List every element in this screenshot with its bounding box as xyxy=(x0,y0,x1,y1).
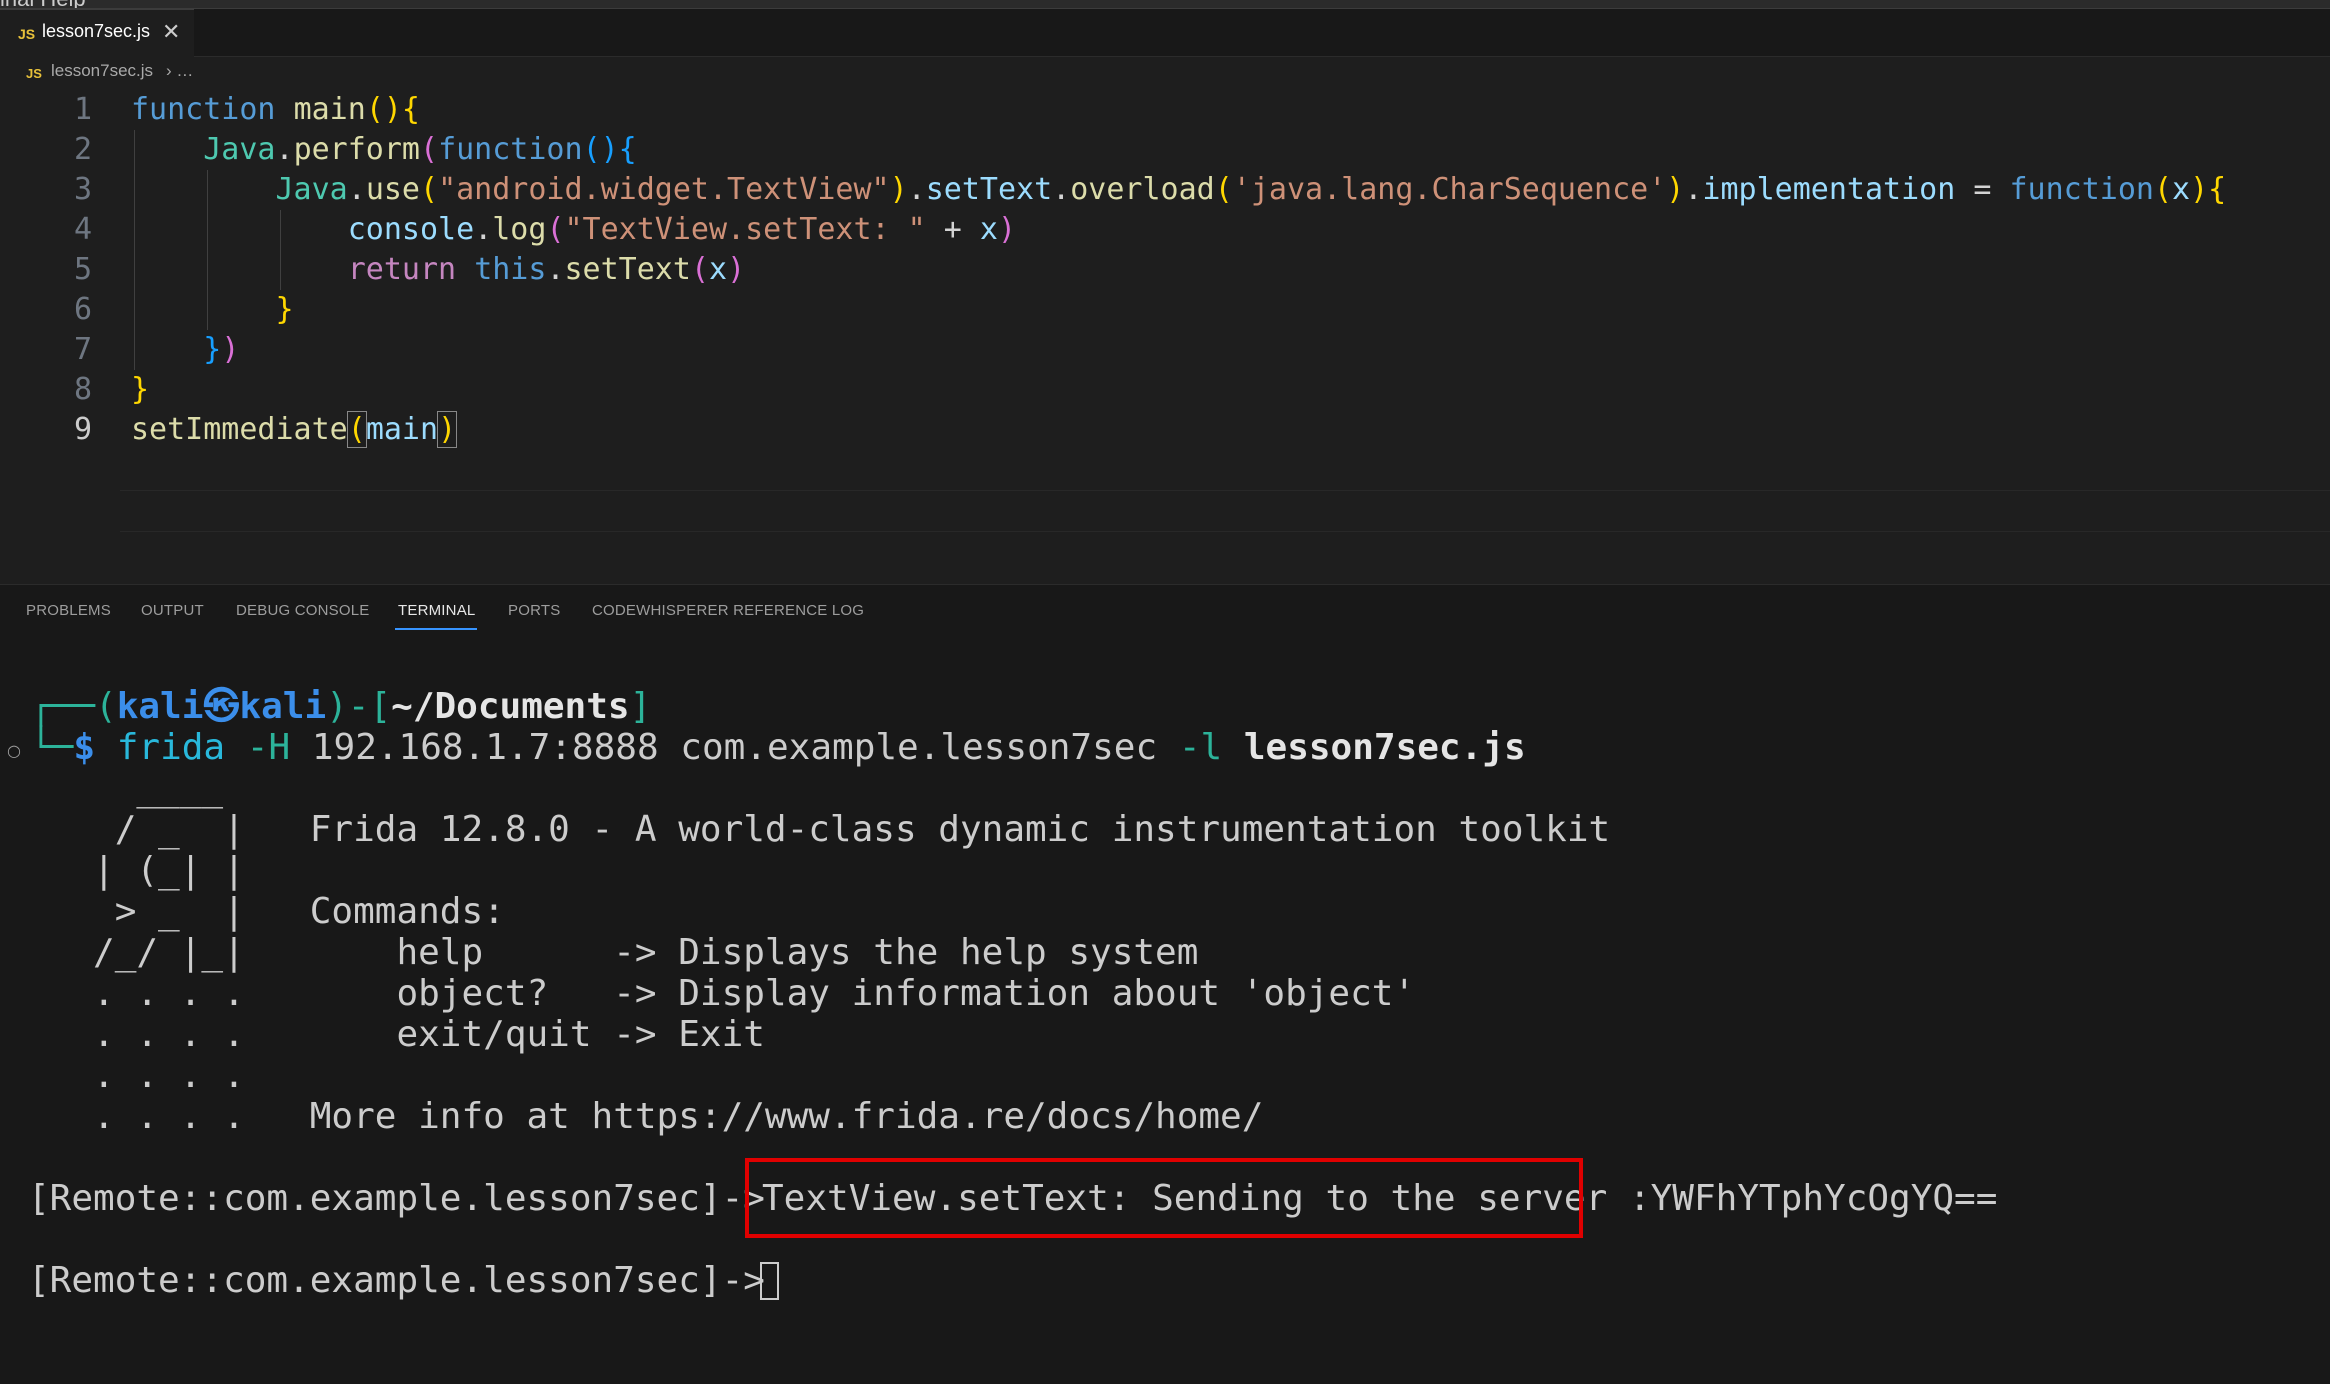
active-tab-underline xyxy=(395,628,477,630)
tab-output[interactable]: OUTPUT xyxy=(141,602,204,619)
line-number: 2 xyxy=(73,132,92,167)
current-line-highlight xyxy=(120,490,2330,532)
breadcrumb: JS lesson7sec.js › … xyxy=(0,57,2330,87)
terminal-prompt-line-1: ┌──(kali㉿kali)-[~/Documents] xyxy=(30,686,652,727)
line-number: 1 xyxy=(73,92,92,127)
code-line-5: return this.setText(x) xyxy=(347,252,746,287)
remote-prompt: [Remote::com.example.lesson7sec]-> xyxy=(28,1260,765,1301)
line-number: 4 xyxy=(73,212,92,247)
tab-terminal[interactable]: TERMINAL xyxy=(398,602,475,619)
tab-problems[interactable]: PROBLEMS xyxy=(26,602,111,619)
frida-banner-line: . . . . xyxy=(28,1055,245,1096)
js-file-icon: JS xyxy=(26,66,42,81)
frida-banner-line: . . . . object? -> Display information a… xyxy=(28,973,1416,1014)
close-icon[interactable]: ✕ xyxy=(162,19,180,45)
terminal-command-line: └─$ frida -H 192.168.1.7:8888 com.exampl… xyxy=(30,727,1526,768)
menu-bar-text[interactable]: inal Help xyxy=(0,0,86,8)
frida-banner-line: > _ | Commands: xyxy=(28,891,505,932)
command-decoration-icon[interactable]: ○ xyxy=(7,741,21,760)
code-line-9: setImmediate(main) xyxy=(131,411,458,448)
frida-banner-line: ____ xyxy=(28,768,224,809)
code-line-6: } xyxy=(275,292,294,327)
tab-lesson7sec-js[interactable]: JS lesson7sec.js ✕ xyxy=(0,9,194,57)
frida-banner-line: . . . . exit/quit -> Exit xyxy=(28,1014,765,1055)
code-line-7: }) xyxy=(203,332,240,367)
line-number: 6 xyxy=(73,292,92,327)
menu-bar[interactable]: inal Help xyxy=(0,0,2330,9)
tab-label: lesson7sec.js xyxy=(42,21,151,41)
frida-banner-line: /_/ |_| help -> Displays the help system xyxy=(28,932,1199,973)
line-number: 3 xyxy=(73,172,92,207)
breadcrumb-file[interactable]: lesson7sec.js xyxy=(51,61,153,81)
terminal-cursor[interactable] xyxy=(760,1262,779,1300)
code-editor[interactable]: 1 2 3 4 5 6 7 8 9 function main(){ Java.… xyxy=(0,88,2330,583)
editor-tab-bar: JS lesson7sec.js ✕ xyxy=(0,9,2330,57)
frida-banner-line: | (_| | xyxy=(28,850,245,891)
js-file-icon: JS xyxy=(18,26,36,42)
code-line-2: Java.perform(function(){ xyxy=(203,132,637,167)
tab-codewhisperer-reference-log[interactable]: CODEWHISPERER REFERENCE LOG xyxy=(592,602,864,619)
line-number-active: 9 xyxy=(73,412,92,447)
code-line-1: function main(){ xyxy=(131,92,420,127)
frida-banner-line: / _ | Frida 12.8.0 - A world-class dynam… xyxy=(28,809,1611,850)
remote-prompt: [Remote::com.example.lesson7sec]-> xyxy=(28,1178,765,1219)
line-number: 8 xyxy=(73,372,92,407)
code-line-4: console.log("TextView.setText: " + x) xyxy=(347,212,1017,247)
tab-ports[interactable]: PORTS xyxy=(508,602,560,619)
highlight-box xyxy=(745,1158,1583,1238)
breadcrumb-more[interactable]: › … xyxy=(166,61,193,81)
tab-debug-console[interactable]: DEBUG CONSOLE xyxy=(236,602,369,619)
code-line-3: Java.use("android.widget.TextView").setT… xyxy=(275,172,2227,207)
line-number: 5 xyxy=(73,252,92,287)
code-line-8: } xyxy=(131,372,150,407)
line-number: 7 xyxy=(73,332,92,367)
frida-banner-line: . . . . More info at https://www.frida.r… xyxy=(28,1096,1264,1137)
